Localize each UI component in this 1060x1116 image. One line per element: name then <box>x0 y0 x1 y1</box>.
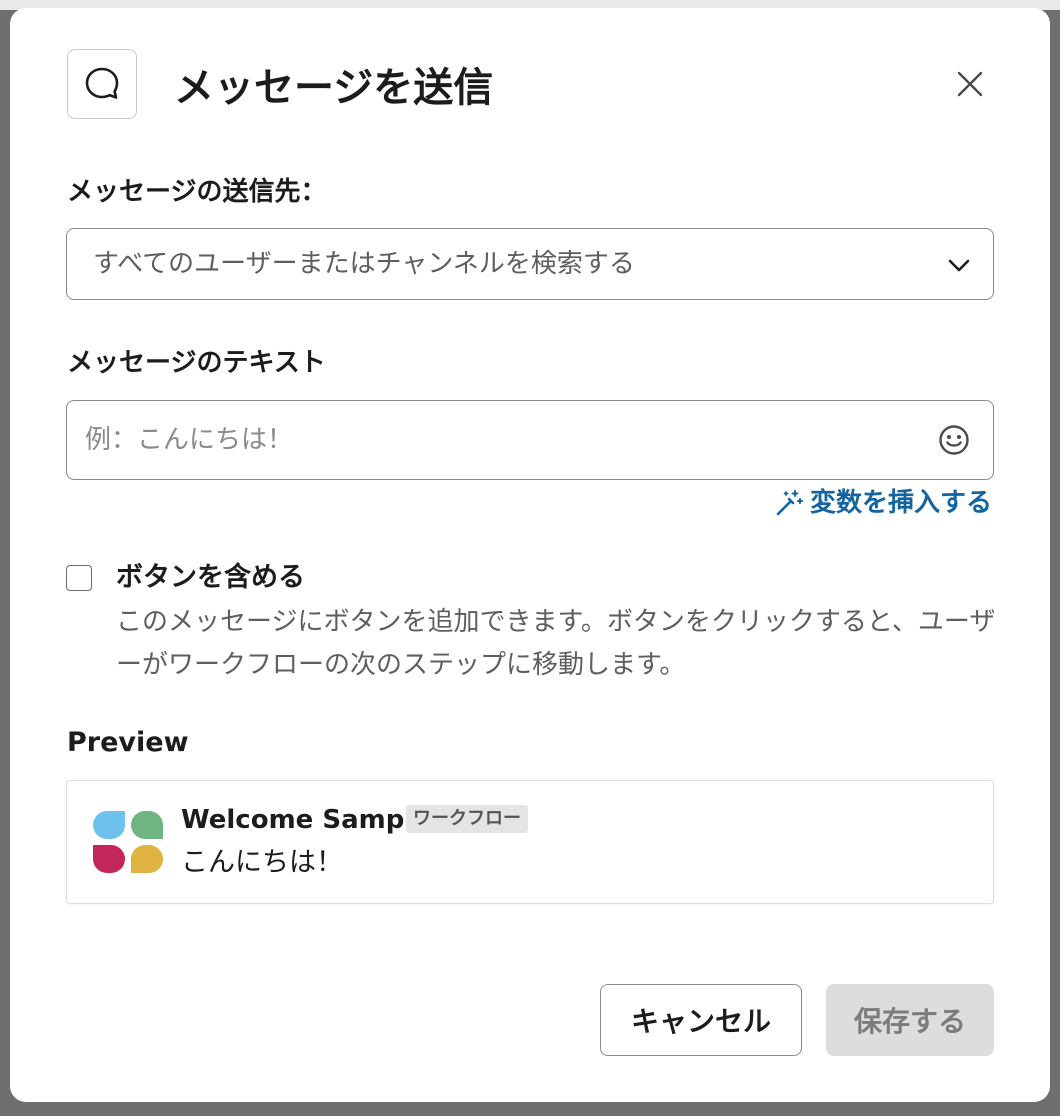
logo-green-shape <box>131 811 163 839</box>
include-button-label[interactable]: ボタンを含める <box>116 559 305 597</box>
save-button[interactable]: 保存する <box>826 984 994 1056</box>
close-button[interactable] <box>950 64 990 104</box>
insert-variable-label: 変数を挿入する <box>809 488 992 518</box>
preview-message-text: こんにちは！ <box>181 847 343 878</box>
message-text-label: メッセージのテキスト <box>67 348 326 378</box>
logo-red-shape <box>93 845 125 873</box>
logo-blue-shape <box>93 811 125 839</box>
message-bubble-icon <box>67 49 137 119</box>
message-preview: Welcome Sample ワークフロー こんにちは！ <box>66 780 994 904</box>
insert-variable-link[interactable]: 変数を挿入する <box>774 484 992 522</box>
cancel-button[interactable]: キャンセル <box>600 984 802 1056</box>
chevron-down-icon <box>948 259 970 272</box>
message-text-input[interactable] <box>83 411 917 469</box>
logo-yellow-shape <box>131 845 163 873</box>
dialog-title: メッセージを送信 <box>174 65 494 111</box>
include-button-description: このメッセージにボタンを追加できます。ボタンをクリックすると、ユーザーがワークフ… <box>116 607 996 680</box>
app-logo <box>93 811 163 873</box>
recipient-label: メッセージの送信先： <box>67 177 327 207</box>
close-icon <box>957 71 983 97</box>
preview-label: Preview <box>67 727 189 758</box>
include-button-checkbox[interactable] <box>66 565 92 591</box>
message-text-field <box>66 400 994 480</box>
emoji-icon[interactable] <box>937 423 971 457</box>
recipient-select[interactable]: すべてのユーザーまたはチャンネルを検索する <box>66 228 994 300</box>
preview-app-name: Welcome Sample <box>181 805 431 835</box>
send-message-dialog: メッセージを送信 メッセージの送信先： すべてのユーザーまたはチャンネルを検索す… <box>10 8 1050 1102</box>
magic-wand-icon <box>776 490 803 516</box>
recipient-select-placeholder: すべてのユーザーまたはチャンネルを検索する <box>93 249 635 279</box>
workflow-badge: ワークフロー <box>406 805 528 833</box>
